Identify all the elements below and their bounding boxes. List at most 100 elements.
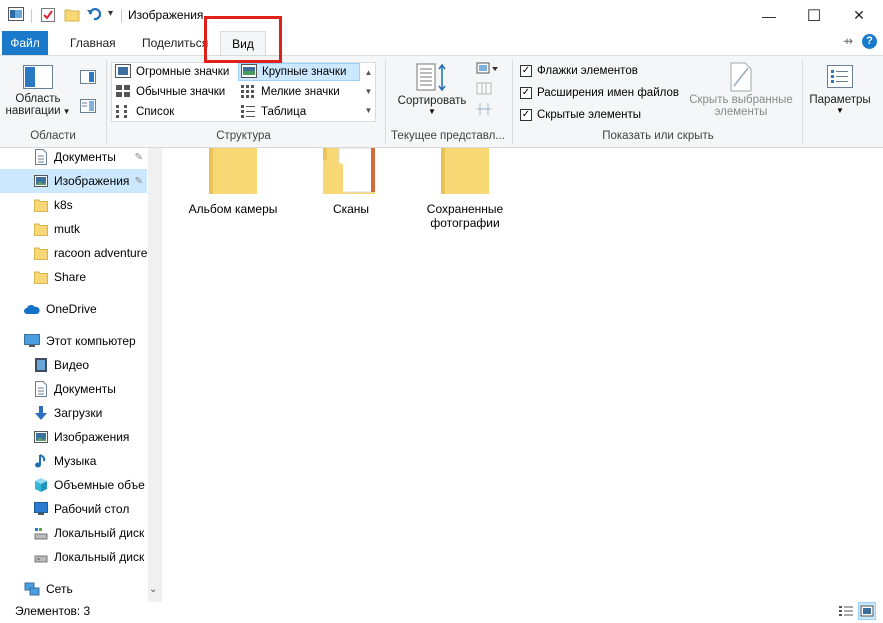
folder-item-camera-roll[interactable]: Альбом камеры — [178, 148, 288, 216]
nav-item-local-disk-1[interactable]: Локальный диск — [0, 521, 147, 545]
pin-icon[interactable]: ✎ — [135, 152, 143, 163]
nav-item-label: Сеть — [46, 582, 73, 596]
large-icons-icon — [241, 63, 257, 81]
scroll-up-icon[interactable]: ▲ — [362, 63, 375, 82]
folder-icon — [321, 147, 381, 196]
desktop-icon — [34, 502, 48, 516]
hidden-items-toggle[interactable]: ✓ Скрытые элементы — [520, 106, 641, 124]
sort-by-button[interactable]: Сортировать ▼ — [392, 62, 472, 124]
nav-item-pictures[interactable]: Изображения — [0, 425, 147, 449]
nav-item-documents[interactable]: Документы — [0, 377, 147, 401]
nav-item-label: OneDrive — [46, 302, 97, 316]
nav-item-share[interactable]: Share — [0, 265, 147, 289]
large-icons-toggle-icon[interactable] — [858, 602, 876, 620]
navigation-pane-icon — [23, 65, 53, 89]
layout-large-icons[interactable]: Крупные значки — [238, 63, 360, 81]
chevron-down-icon: ▼ — [428, 107, 436, 116]
pin-ribbon-icon[interactable]: ⇸ — [843, 34, 853, 48]
properties-icon[interactable] — [40, 7, 56, 23]
cloud-icon — [24, 303, 40, 315]
checkbox-label: Флажки элементов — [537, 65, 638, 77]
layout-item-label: Обычные значки — [136, 86, 226, 98]
layout-details[interactable]: Таблица — [240, 103, 306, 121]
checkbox-checked-icon[interactable]: ✓ — [520, 65, 532, 77]
nav-item-network[interactable]: Сеть — [0, 577, 147, 601]
qat-separator — [31, 9, 32, 23]
folder-name-line-1: Сохраненные — [426, 202, 504, 216]
navigation-pane-label-1: Область — [15, 93, 61, 105]
nav-item-documents-quick[interactable]: Документы ✎ — [0, 145, 147, 169]
folder-icon — [34, 270, 48, 284]
drive-icon — [34, 550, 48, 564]
3d-objects-icon — [34, 477, 48, 493]
layout-list[interactable]: Список — [115, 103, 174, 121]
options-button[interactable]: Параметры ▼ — [806, 62, 874, 124]
undo-icon[interactable] — [86, 6, 102, 22]
folder-name: Альбом камеры — [188, 202, 278, 216]
checkbox-checked-icon[interactable]: ✓ — [520, 87, 532, 99]
layout-item-label: Таблица — [261, 106, 307, 118]
nav-item-music[interactable]: Музыка — [0, 449, 147, 473]
nav-item-this-pc[interactable]: Этот компьютер — [0, 329, 147, 353]
ribbon-separator — [106, 60, 107, 144]
checkbox-checked-icon[interactable]: ✓ — [520, 109, 532, 121]
drive-icon — [34, 526, 48, 540]
details-view-toggle-icon[interactable] — [838, 603, 854, 619]
folder-icon — [34, 198, 48, 212]
add-columns-icon[interactable] — [476, 82, 500, 96]
item-checkboxes-toggle[interactable]: ✓ Флажки элементов — [520, 62, 638, 80]
qat-separator — [121, 9, 122, 23]
layout-small-icons[interactable]: Мелкие значки — [240, 83, 340, 101]
nav-item-pictures-quick[interactable]: Изображения ✎ — [0, 169, 147, 193]
pin-icon[interactable]: ✎ — [135, 176, 143, 187]
new-folder-icon[interactable] — [64, 7, 80, 23]
minimize-button[interactable]: — — [746, 0, 792, 31]
group-by-icon[interactable] — [476, 62, 500, 76]
nav-item-label: Документы — [54, 382, 116, 396]
folder-name: Сканы — [332, 202, 370, 216]
scroll-down-icon[interactable]: ⌄ — [149, 584, 157, 595]
close-button[interactable]: ✕ — [836, 0, 882, 31]
folder-item-saved-pictures[interactable]: Сохраненные фотографии — [410, 148, 520, 230]
window-icon[interactable] — [8, 7, 24, 21]
preview-pane-icon[interactable] — [80, 70, 96, 84]
hide-selected-items-button[interactable]: Скрыть выбранные элементы — [686, 62, 796, 124]
folder-item-scans[interactable]: Сканы — [296, 147, 406, 216]
computer-icon — [24, 334, 40, 348]
details-view-icon — [240, 104, 256, 121]
layout-medium-icons[interactable]: Обычные значки — [115, 83, 225, 101]
nav-item-k8s[interactable]: k8s — [0, 193, 147, 217]
nav-item-mutk[interactable]: mutk — [0, 217, 147, 241]
document-icon — [34, 381, 48, 397]
folder-icon — [437, 148, 493, 196]
nav-item-downloads[interactable]: Загрузки — [0, 401, 147, 425]
layout-extra-large-icons[interactable]: Огромные значки — [115, 63, 229, 81]
qat-customize-icon[interactable]: ▾ — [108, 8, 113, 19]
nav-item-label: Share — [54, 270, 87, 284]
nav-item-label: Документы — [54, 150, 116, 164]
tab-file[interactable]: Файл — [2, 31, 48, 55]
tab-home[interactable]: Главная — [60, 31, 126, 55]
navigation-pane-button[interactable]: Область навигации ▼ — [6, 62, 71, 124]
nav-pane-scrollbar[interactable] — [148, 148, 162, 602]
nav-item-3d-objects[interactable]: Объемные объе — [0, 473, 147, 497]
nav-item-label: Рабочий стол — [54, 502, 130, 516]
window-title: Изображения — [128, 8, 204, 22]
nav-item-label: Музыка — [54, 454, 97, 468]
nav-item-local-disk-2[interactable]: Локальный диск — [0, 545, 147, 569]
file-extensions-toggle[interactable]: ✓ Расширения имен файлов — [520, 84, 679, 102]
maximize-button[interactable]: ☐ — [791, 0, 837, 31]
download-icon — [34, 405, 48, 421]
size-columns-icon[interactable] — [476, 102, 500, 116]
nav-item-video[interactable]: Видео — [0, 353, 147, 377]
nav-item-onedrive[interactable]: OneDrive — [0, 297, 147, 321]
expand-gallery-icon[interactable]: ▼ — [362, 101, 375, 120]
layout-gallery-scroll[interactable]: ▲ ▼ ▼ — [362, 63, 375, 121]
nav-item-racoon-adventure[interactable]: racoon adventure — [0, 241, 147, 265]
help-icon[interactable]: ? — [862, 34, 877, 49]
details-pane-icon[interactable] — [80, 99, 96, 113]
scroll-down-icon[interactable]: ▼ — [362, 82, 375, 101]
nav-item-desktop[interactable]: Рабочий стол — [0, 497, 147, 521]
nav-item-label: Локальный диск — [54, 526, 145, 540]
sort-by-label: Сортировать — [397, 95, 467, 107]
